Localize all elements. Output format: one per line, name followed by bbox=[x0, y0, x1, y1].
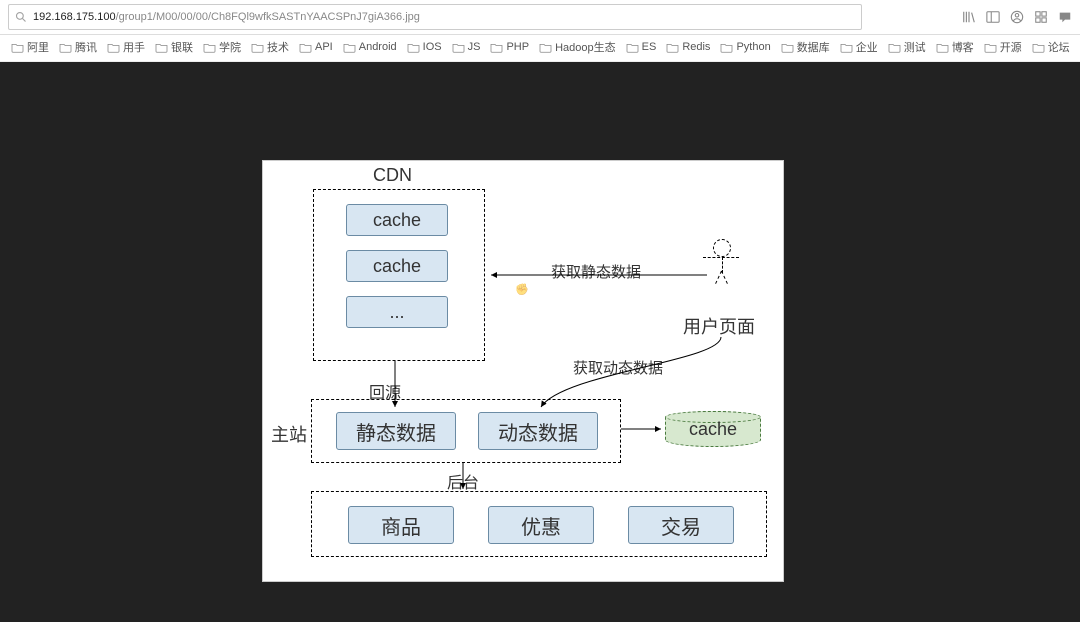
bookmark-item[interactable]: 阿里 bbox=[8, 38, 52, 56]
account-icon[interactable] bbox=[1010, 10, 1024, 24]
search-icon bbox=[15, 11, 27, 23]
bookmark-item[interactable]: Android bbox=[340, 40, 400, 54]
service-trade: 交易 bbox=[628, 506, 734, 544]
sidebar-icon[interactable] bbox=[986, 10, 1000, 24]
user-icon bbox=[713, 239, 731, 273]
cursor-icon: ✊ bbox=[515, 283, 529, 296]
cdn-title: CDN bbox=[373, 165, 412, 186]
dynamic-arrow-label: 获取动态数据 bbox=[573, 357, 663, 378]
architecture-diagram: CDN cache cache ... 用户页面 主站 回源 静态数据 动态数据… bbox=[262, 160, 784, 582]
bookmark-item[interactable]: 用手 bbox=[104, 38, 148, 56]
bookmark-item[interactable]: 银联 bbox=[152, 38, 196, 56]
user-label: 用户页面 bbox=[683, 313, 755, 339]
bookmark-item[interactable]: PHP bbox=[487, 40, 532, 54]
bookmark-item[interactable]: API bbox=[296, 40, 336, 54]
bookmark-item[interactable]: IOS bbox=[404, 40, 445, 54]
backend-label: 后台 bbox=[447, 469, 479, 493]
main-site-group: 静态数据 动态数据 bbox=[311, 399, 621, 463]
bookmark-item[interactable]: 博客 bbox=[933, 38, 977, 56]
bookmark-item[interactable]: Redis bbox=[663, 40, 713, 54]
bookmark-item[interactable]: 学院 bbox=[200, 38, 244, 56]
cdn-group: cache cache ... bbox=[313, 189, 485, 361]
bookmark-item[interactable]: Python bbox=[717, 40, 773, 54]
backend-group: 商品 优惠 交易 bbox=[311, 491, 767, 557]
bookmark-item[interactable]: 开源 bbox=[981, 38, 1025, 56]
cdn-cache-2: cache bbox=[346, 250, 448, 282]
cdn-cache-1: cache bbox=[346, 204, 448, 236]
bookmark-item[interactable]: 腾讯 bbox=[56, 38, 100, 56]
static-data-box: 静态数据 bbox=[336, 412, 456, 450]
cdn-cache-n: ... bbox=[346, 296, 448, 328]
url-path: /group1/M00/00/00/Ch8FQl9wfkSASTnYAACSPn… bbox=[116, 11, 420, 23]
bookmark-item[interactable]: 企业 bbox=[837, 38, 881, 56]
chat-icon[interactable] bbox=[1058, 10, 1072, 24]
library-icon[interactable] bbox=[962, 10, 976, 24]
bookmark-item[interactable]: 测试 bbox=[885, 38, 929, 56]
extension-icon[interactable] bbox=[1034, 10, 1048, 24]
static-arrow-label: 获取静态数据 bbox=[551, 261, 641, 282]
page-viewport: CDN cache cache ... 用户页面 主站 回源 静态数据 动态数据… bbox=[0, 62, 1080, 622]
dynamic-data-box: 动态数据 bbox=[478, 412, 598, 450]
service-promo: 优惠 bbox=[488, 506, 594, 544]
url-bar[interactable]: 192.168.175.100/group1/M00/00/00/Ch8FQl9… bbox=[8, 4, 862, 30]
bookmark-item[interactable]: ES bbox=[623, 40, 660, 54]
bookmark-item[interactable]: Hadoop生态 bbox=[536, 38, 619, 56]
main-site-label: 主站 bbox=[271, 421, 307, 447]
url-host: 192.168.175.100 bbox=[33, 11, 116, 23]
bookmark-item[interactable]: 技术 bbox=[248, 38, 292, 56]
cache-cylinder: cache bbox=[665, 411, 761, 447]
bookmark-item[interactable]: 数据库 bbox=[778, 38, 833, 56]
service-goods: 商品 bbox=[348, 506, 454, 544]
bookmarks-bar: 阿里腾讯用手银联学院技术 API Android IOS JSPHP Hadoop生态 ES… bbox=[0, 35, 1080, 62]
bookmark-item[interactable]: 论坛 bbox=[1029, 38, 1073, 56]
bookmark-item[interactable]: JS bbox=[449, 40, 484, 54]
